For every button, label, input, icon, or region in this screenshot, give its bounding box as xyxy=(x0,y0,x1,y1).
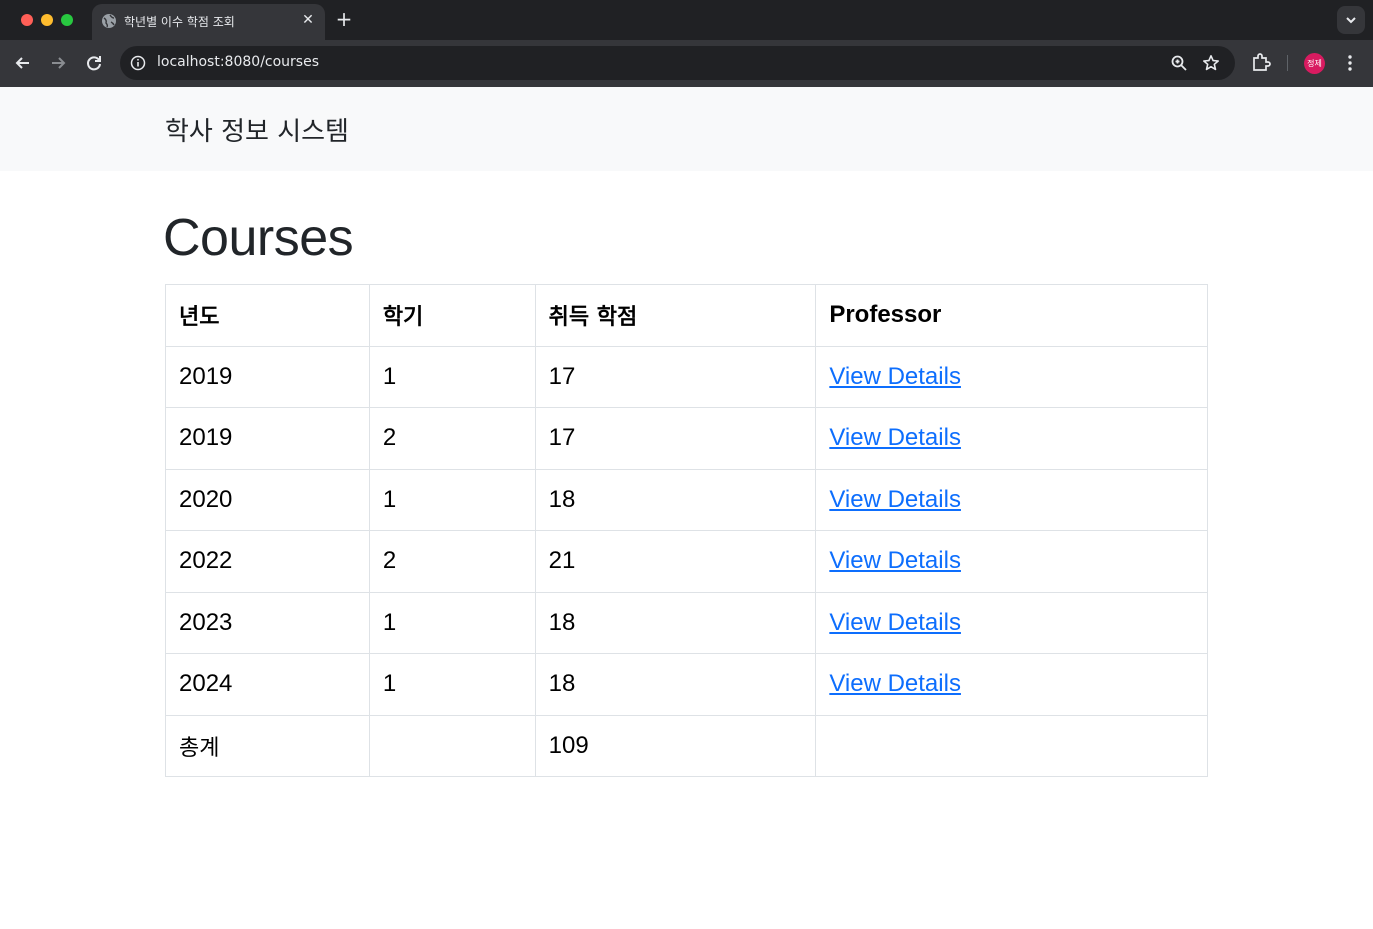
view-details-link[interactable]: View Details xyxy=(829,670,961,697)
view-details-link[interactable]: View Details xyxy=(829,609,961,636)
view-details-link[interactable]: View Details xyxy=(829,547,961,574)
table-row: 2020 1 18 View Details xyxy=(165,468,1208,531)
forward-icon[interactable] xyxy=(47,52,69,74)
credits-cell: 21 xyxy=(534,530,817,593)
tab-search-button[interactable] xyxy=(1337,6,1365,34)
table-row: 2024 1 18 View Details xyxy=(165,653,1208,716)
browser-toolbar: localhost:8080/courses 정제 xyxy=(0,40,1373,87)
professor-cell: View Details xyxy=(815,345,1208,408)
page-title: Courses xyxy=(163,209,354,267)
credits-cell: 17 xyxy=(534,407,817,470)
tab-strip: 학년별 이수 학점 조회 ✕ + xyxy=(0,0,1373,40)
tab-title: 학년별 이수 학점 조회 xyxy=(124,15,235,29)
column-header-semester: 학기 xyxy=(368,284,536,347)
semester-cell: 2 xyxy=(368,407,536,470)
bookmark-star-icon[interactable] xyxy=(1202,54,1220,76)
professor-cell: View Details xyxy=(815,468,1208,531)
new-tab-icon[interactable]: + xyxy=(334,9,354,29)
semester-cell: 1 xyxy=(368,345,536,408)
total-credits-cell: 109 xyxy=(534,714,817,777)
extensions-puzzle-icon[interactable] xyxy=(1251,52,1271,76)
browser-tab[interactable]: 학년별 이수 학점 조회 ✕ xyxy=(92,4,325,40)
site-navbar: 학사 정보 시스템 xyxy=(0,87,1373,171)
credits-cell: 17 xyxy=(534,345,817,408)
globe-icon xyxy=(101,13,117,29)
table-row: 2022 2 21 View Details xyxy=(165,530,1208,593)
table-row: 2019 1 17 View Details xyxy=(165,345,1208,408)
zoom-icon[interactable] xyxy=(1170,54,1188,76)
semester-cell: 1 xyxy=(368,653,536,716)
credits-cell: 18 xyxy=(534,653,817,716)
semester-cell: 2 xyxy=(368,530,536,593)
more-menu-icon[interactable] xyxy=(1340,53,1360,73)
toolbar-divider xyxy=(1287,55,1288,71)
site-info-icon[interactable] xyxy=(130,55,146,71)
credits-cell: 18 xyxy=(534,468,817,531)
semester-cell: 1 xyxy=(368,468,536,531)
back-icon[interactable] xyxy=(12,52,34,74)
professor-cell: View Details xyxy=(815,407,1208,470)
view-details-link[interactable]: View Details xyxy=(829,363,961,390)
column-header-year: 년도 xyxy=(165,284,370,347)
professor-cell: View Details xyxy=(815,591,1208,654)
professor-cell: View Details xyxy=(815,653,1208,716)
view-details-link[interactable]: View Details xyxy=(829,424,961,451)
address-bar[interactable]: localhost:8080/courses xyxy=(120,46,1235,80)
profile-avatar[interactable]: 정제 xyxy=(1304,53,1325,74)
column-header-professor: Professor xyxy=(815,284,1208,347)
reload-icon[interactable] xyxy=(83,52,105,74)
navbar-brand[interactable]: 학사 정보 시스템 xyxy=(165,111,349,148)
year-cell: 2019 xyxy=(165,345,370,408)
professor-cell: View Details xyxy=(815,530,1208,593)
table-row: 2019 2 17 View Details xyxy=(165,407,1208,470)
table-header-row: 년도 학기 취득 학점 Professor xyxy=(165,284,1208,347)
year-cell: 2022 xyxy=(165,530,370,593)
minimize-window-button[interactable] xyxy=(41,14,53,26)
courses-table: 년도 학기 취득 학점 Professor 2019 1 17 View Det… xyxy=(165,284,1208,777)
total-semester-cell xyxy=(368,714,536,777)
credits-cell: 18 xyxy=(534,591,817,654)
url-text: localhost:8080/courses xyxy=(157,54,319,70)
maximize-window-button[interactable] xyxy=(61,14,73,26)
close-window-button[interactable] xyxy=(21,14,33,26)
total-row: 총계 109 xyxy=(165,714,1208,777)
view-details-link[interactable]: View Details xyxy=(829,486,961,513)
table-row: 2023 1 18 View Details xyxy=(165,591,1208,654)
total-professor-cell xyxy=(815,714,1208,777)
column-header-credits: 취득 학점 xyxy=(534,284,817,347)
chevron-down-icon xyxy=(1346,17,1356,24)
year-cell: 2023 xyxy=(165,591,370,654)
total-label-cell: 총계 xyxy=(165,714,370,777)
year-cell: 2020 xyxy=(165,468,370,531)
semester-cell: 1 xyxy=(368,591,536,654)
year-cell: 2019 xyxy=(165,407,370,470)
year-cell: 2024 xyxy=(165,653,370,716)
close-tab-icon[interactable]: ✕ xyxy=(300,12,316,28)
